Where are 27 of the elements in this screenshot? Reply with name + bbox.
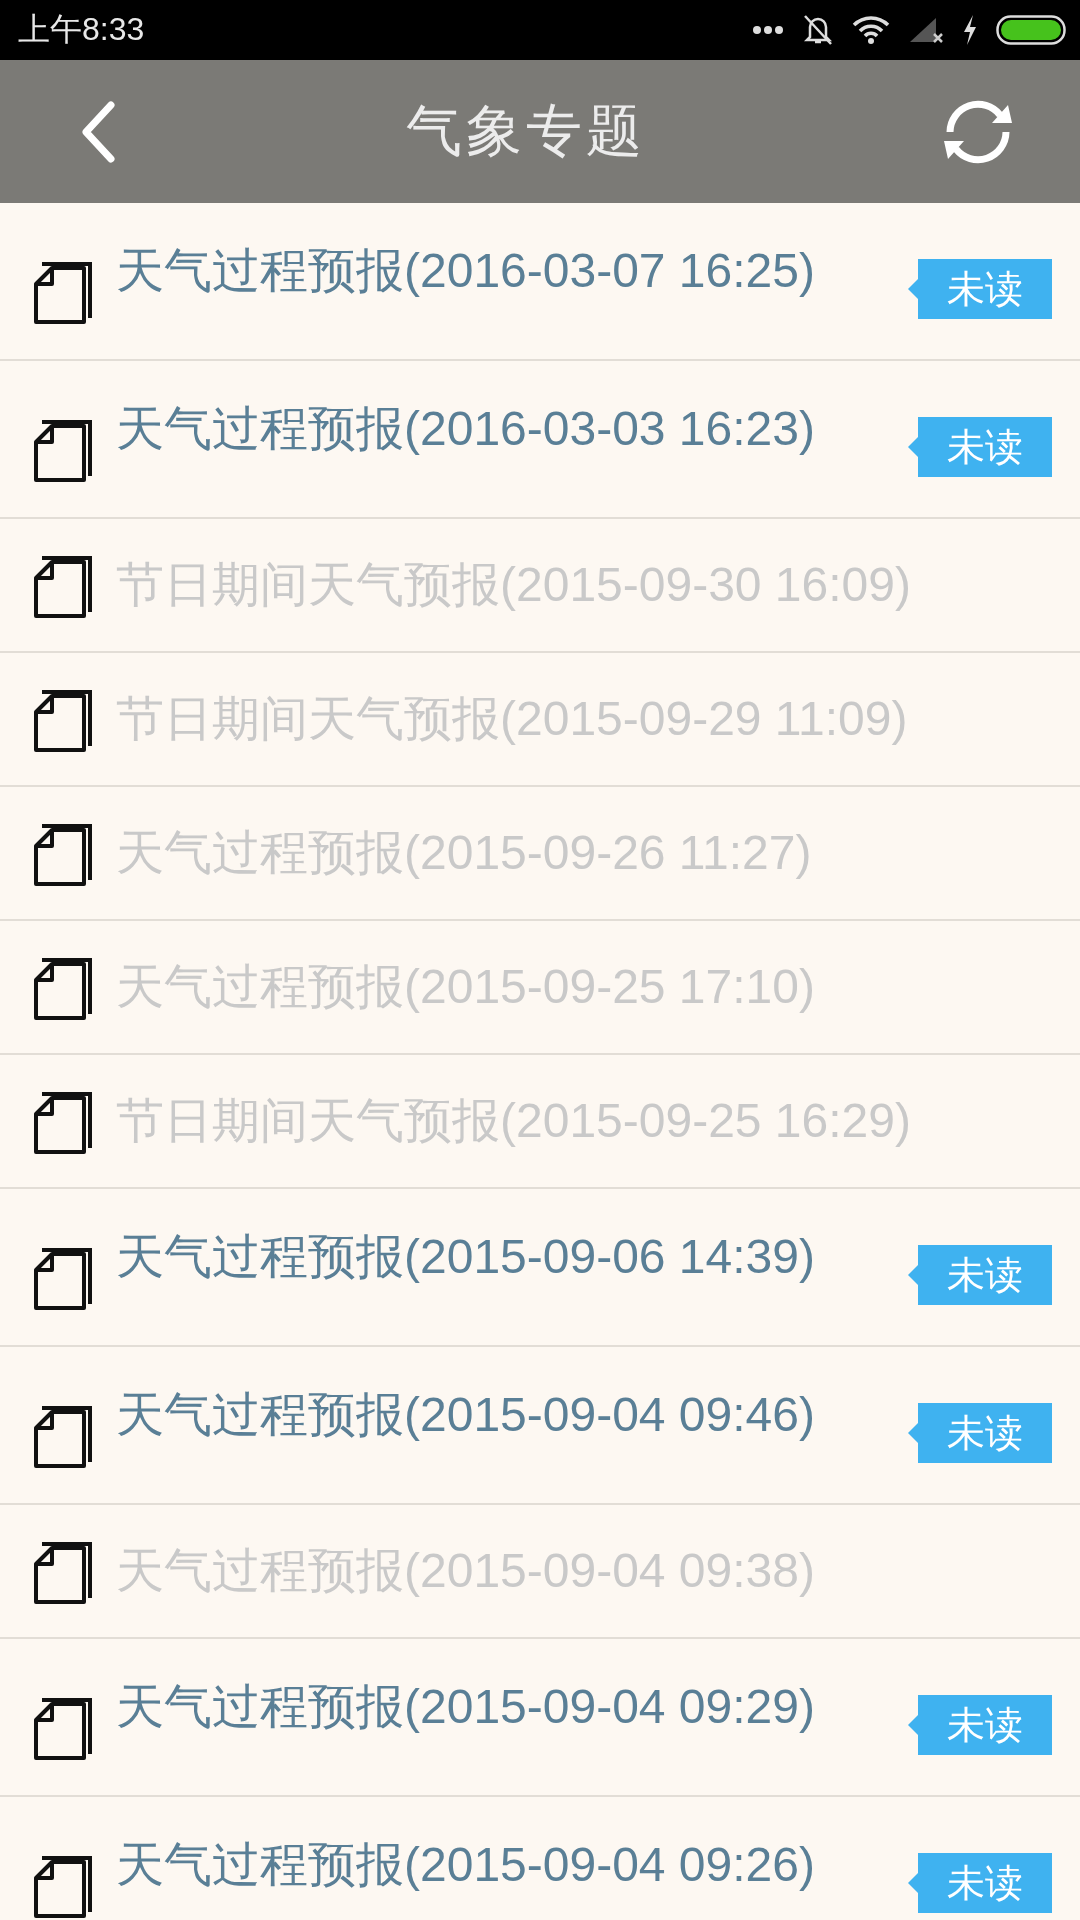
muted-bell-icon — [802, 13, 834, 47]
item-title: 天气过程预报(2015-09-04 09:29) — [116, 1679, 816, 1735]
item-title: 天气过程预报(2016-03-03 16:23) — [116, 401, 816, 457]
unread-badge: 未读 — [908, 1403, 1052, 1463]
clock: 上午8:33 — [18, 10, 145, 49]
item-title: 天气过程预报(2016-03-07 16:25) — [116, 243, 816, 299]
unread-badge: 未读 — [908, 259, 1052, 319]
list-item[interactable]: 天气过程预报(2016-03-07 16:25) 未读 — [0, 203, 1080, 361]
unread-badge: 未读 — [908, 1245, 1052, 1305]
page-title: 气象专题 — [405, 96, 647, 165]
unread-badge: 未读 — [908, 1695, 1052, 1755]
battery-icon — [996, 15, 1066, 45]
unread-badge: 未读 — [908, 1853, 1052, 1913]
signal-icon — [908, 16, 944, 44]
item-title: 天气过程预报(2015-09-04 09:26) — [116, 1837, 816, 1893]
more-icon — [752, 25, 784, 35]
back-icon[interactable] — [80, 100, 116, 163]
unread-badge: 未读 — [908, 417, 1052, 477]
list-item[interactable]: 天气过程预报(2015-09-04 09:46) 未读 — [0, 1347, 1080, 1505]
wifi-icon — [852, 16, 890, 44]
list-item[interactable]: 天气过程预报(2015-09-04 09:26) 未读 — [0, 1797, 1080, 1920]
item-title: 天气过程预报(2015-09-04 09:46) — [116, 1387, 816, 1443]
list-item[interactable]: 天气过程预报(2016-03-03 16:23) 未读 — [0, 361, 1080, 519]
list-item[interactable]: 天气过程预报(2015-09-06 14:39) 未读 — [0, 1189, 1080, 1347]
list-item[interactable]: 天气过程预报(2015-09-04 09:29) 未读 — [0, 1639, 1080, 1797]
charging-icon — [962, 15, 978, 45]
item-title: 天气过程预报(2015-09-06 14:39) — [116, 1229, 816, 1285]
